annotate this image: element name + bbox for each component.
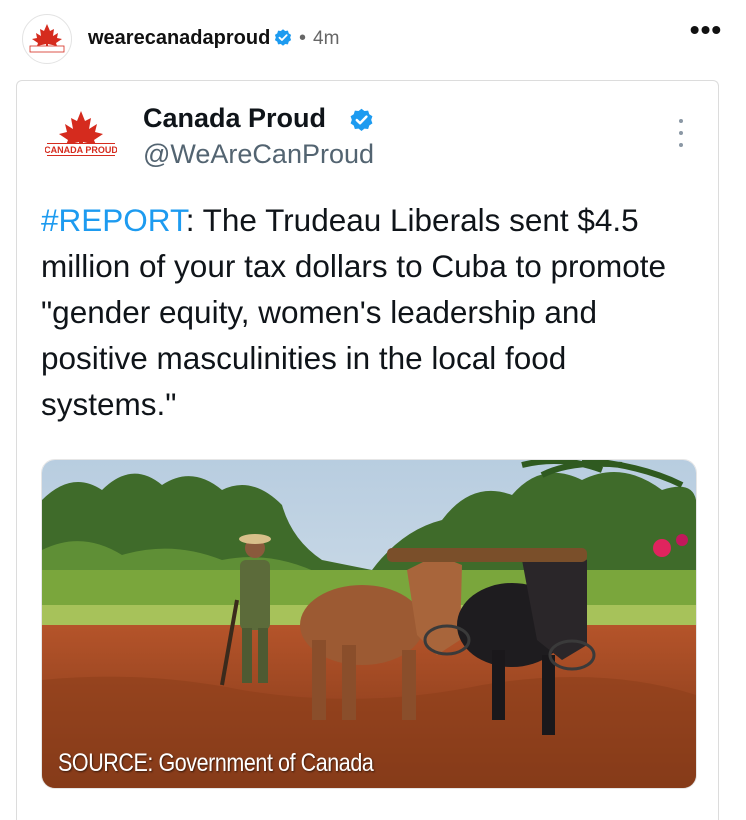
canada-proud-logo[interactable]: CANADA PROUD — [45, 109, 117, 165]
logo-wordmark: CANADA PROUD — [45, 145, 117, 155]
farm-oxen-photo — [42, 460, 696, 788]
tweet-card: CANADA PROUD Canada Proud @WeAreCanProud… — [16, 80, 719, 820]
tweet-text: #REPORT: The Trudeau Liberals sent $4.5 … — [41, 197, 701, 427]
maple-leaf-icon — [29, 24, 65, 53]
tweet-display-name[interactable]: Canada Proud — [143, 103, 326, 134]
photo-source-caption: SOURCE: Government of Canada — [58, 749, 374, 777]
post-header: wearecanadaproud • 4m ••• — [0, 0, 746, 80]
post-timestamp: 4m — [313, 28, 340, 49]
post-username[interactable]: wearecanadaproud — [88, 27, 270, 50]
tweet-photo[interactable]: SOURCE: Government of Canada — [41, 459, 697, 789]
verified-badge-icon — [350, 108, 373, 131]
more-options-button[interactable]: ••• — [688, 16, 724, 52]
more-horizontal-icon: ••• — [689, 14, 723, 45]
separator-dot: • — [299, 27, 307, 49]
tweet-handle[interactable]: @WeAreCanProud — [143, 139, 374, 170]
hashtag-link[interactable]: #REPORT — [41, 202, 186, 238]
profile-avatar[interactable] — [22, 14, 72, 64]
more-vertical-icon[interactable] — [671, 119, 691, 147]
verified-badge-icon — [274, 29, 292, 46]
